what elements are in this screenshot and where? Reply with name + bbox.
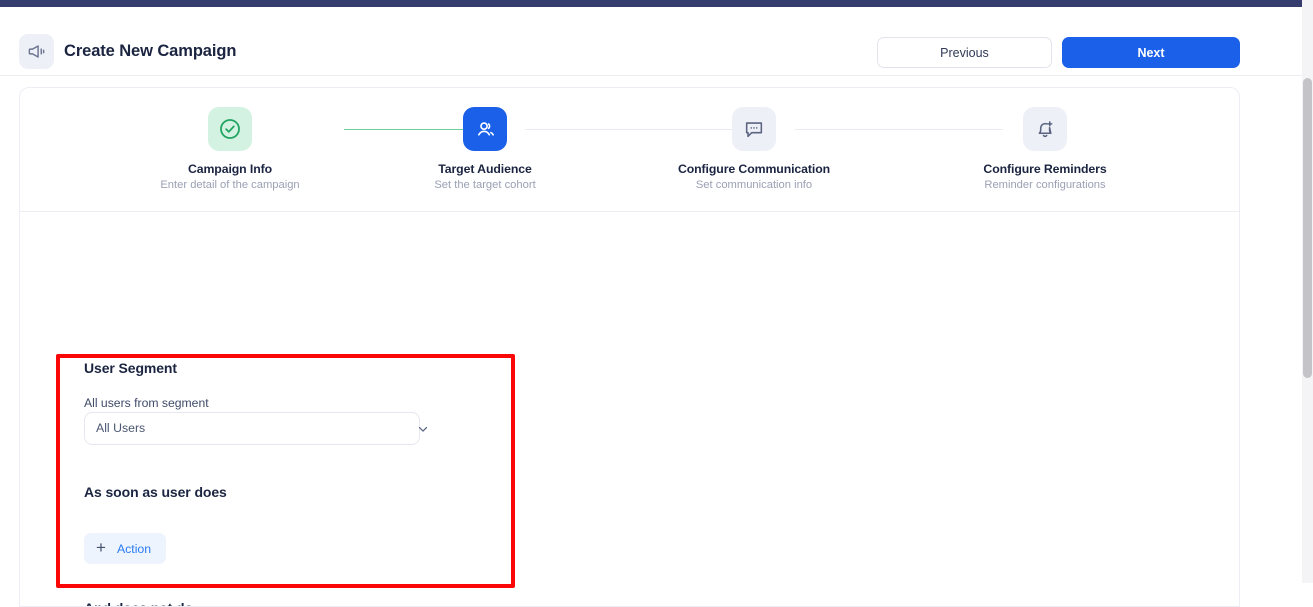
step-title: Target Audience (438, 162, 532, 176)
step-title: Campaign Info (187, 162, 273, 176)
check-circle-icon (208, 107, 252, 151)
exclusion-heading: And does not do (84, 600, 193, 606)
step-title: Configure Reminders (983, 162, 1107, 176)
plus-icon: + (96, 538, 106, 557)
previous-button[interactable]: Previous (877, 37, 1052, 68)
step-title: Configure Communication (677, 162, 831, 176)
step-subtitle: Set the target cohort (434, 179, 536, 191)
top-accent-bar (0, 0, 1313, 7)
step-subtitle: Enter detail of the campaign (160, 179, 300, 191)
segment-select[interactable]: All Users (84, 412, 420, 445)
chat-bubble-icon (732, 107, 776, 151)
bell-plus-icon (1023, 107, 1067, 151)
user-segment-heading: User Segment (84, 360, 177, 376)
campaign-wizard-card: Campaign Info Enter detail of the campai… (19, 87, 1240, 607)
step-configure-communication[interactable]: Configure Communication Set communicatio… (639, 107, 869, 191)
megaphone-icon (19, 34, 54, 69)
step-subtitle: Set communication info (695, 179, 813, 191)
page-scrollbar-thumb[interactable] (1303, 78, 1312, 378)
step-campaign-info[interactable]: Campaign Info Enter detail of the campai… (115, 107, 345, 191)
step-configure-reminders[interactable]: Configure Reminders Reminder configurati… (930, 107, 1160, 191)
add-action-button[interactable]: + Action (84, 533, 167, 564)
step-target-audience[interactable]: Target Audience Set the target cohort (370, 107, 600, 191)
page-title: Create New Campaign (64, 42, 237, 60)
trigger-heading: As soon as user does (84, 484, 227, 500)
segment-field-label: All users from segment (84, 396, 209, 410)
step-subtitle: Reminder configurations (984, 179, 1106, 191)
page-scrollbar-track[interactable] (1302, 0, 1313, 583)
next-button[interactable]: Next (1062, 37, 1240, 68)
users-icon (463, 107, 507, 151)
add-action-label: Action (116, 541, 152, 556)
page-header: Create New Campaign Previous Next (0, 7, 1313, 76)
wizard-stepper: Campaign Info Enter detail of the campai… (20, 88, 1239, 212)
